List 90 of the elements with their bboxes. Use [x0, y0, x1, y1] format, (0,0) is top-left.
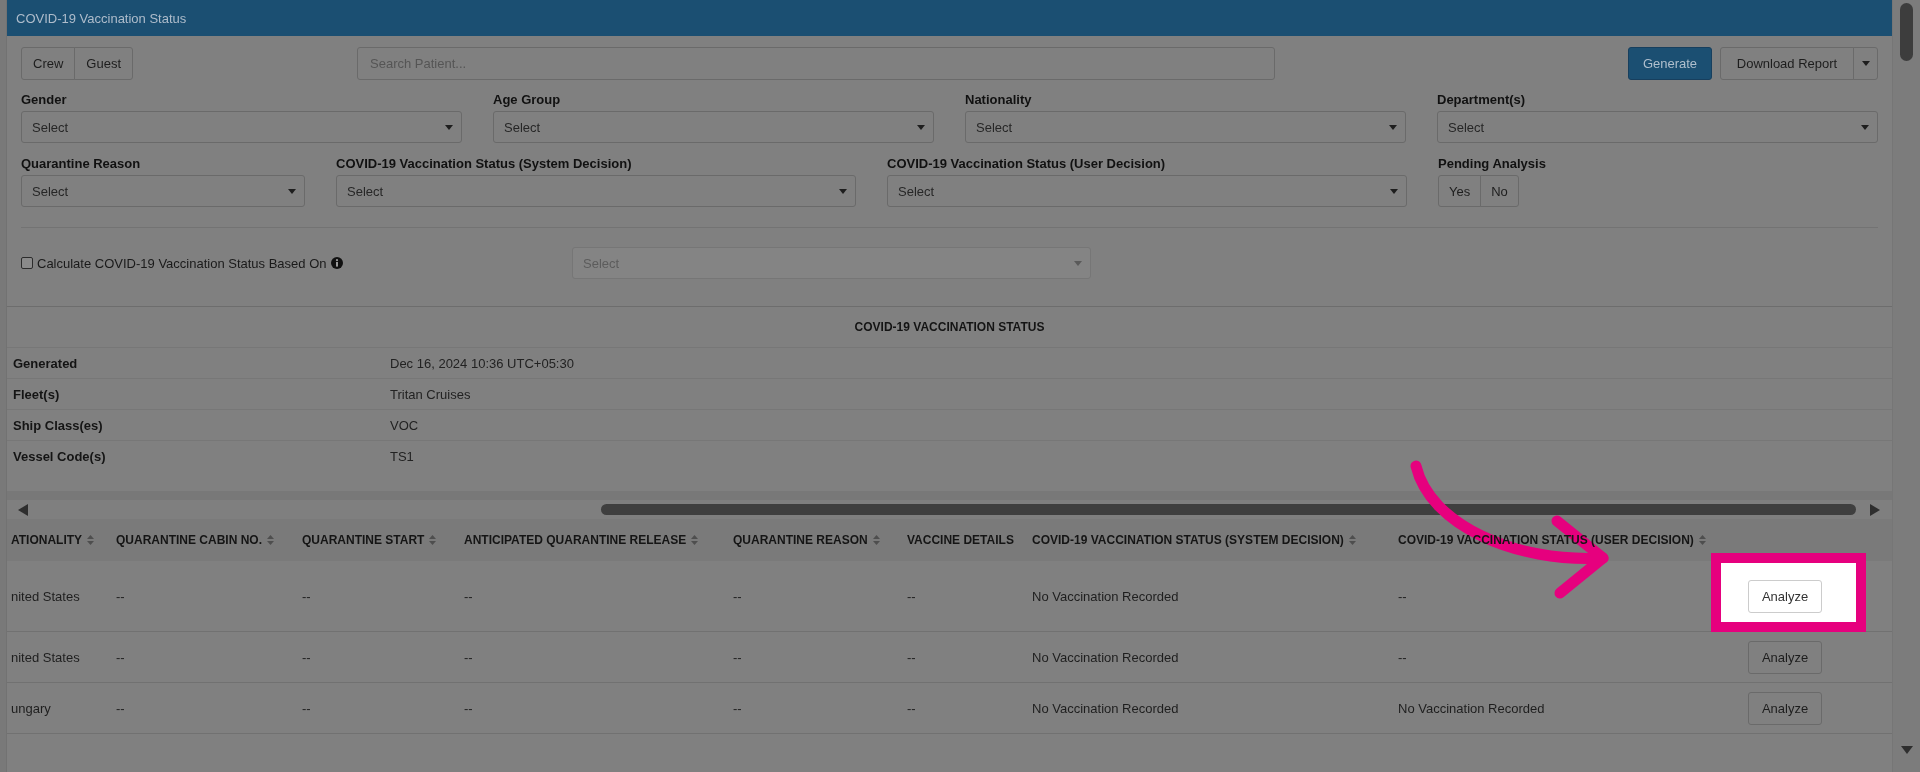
table-cell: --	[907, 700, 916, 716]
analyze-button[interactable]: Analyze	[1748, 691, 1822, 725]
caret-icon	[1861, 61, 1870, 66]
table-cell: ungary	[11, 700, 51, 716]
table-cell: No Vaccination Recorded	[1032, 649, 1179, 665]
column-header[interactable]: COVID-19 VACCINATION STATUS (SYSTEM DECISION)	[1032, 533, 1344, 547]
table-cell: No Vaccination Recorded	[1032, 588, 1179, 604]
table-cell: nited States	[11, 588, 80, 604]
caret-icon	[1074, 260, 1082, 266]
dropdown[interactable]: Select	[336, 175, 856, 207]
summary-value: Dec 16, 2024 10:36 UTC+05:30	[390, 355, 574, 371]
table-cell: --	[464, 588, 473, 604]
filter-label: COVID-19 Vaccination Status (User Decision)	[887, 155, 1166, 173]
filter-label: Nationality	[965, 91, 1032, 109]
caret-icon	[1861, 124, 1869, 130]
sort-icon[interactable]	[267, 535, 274, 545]
section-title: COVID-19 VACCINATION STATUS	[854, 320, 1045, 334]
summary-value: TS1	[390, 448, 414, 464]
sort-icon[interactable]	[691, 535, 699, 545]
column-header[interactable]: VACCINE DETAILS	[907, 533, 1014, 547]
dropdown[interactable]: Select	[493, 111, 934, 143]
table-cell: --	[1398, 588, 1407, 604]
column-header[interactable]: QUARANTINE REASON	[733, 533, 868, 547]
filter-label: Pending Analysis	[1438, 155, 1546, 173]
filter-label: Age Group	[493, 91, 561, 109]
summary-label: Vessel Code(s)	[13, 448, 106, 464]
info-icon	[330, 257, 343, 269]
scroll-left-arrow-icon[interactable]	[18, 503, 28, 516]
dropdown[interactable]: Select	[965, 111, 1406, 143]
table-cell: --	[733, 588, 742, 604]
table-cell: --	[907, 588, 916, 604]
scroll-right-arrow-icon[interactable]	[1870, 503, 1880, 516]
table-cell: --	[302, 700, 311, 716]
table-cell: --	[464, 649, 473, 665]
caret-icon	[1390, 188, 1398, 194]
caret-icon	[445, 124, 453, 130]
sort-icon[interactable]	[87, 535, 95, 545]
checkbox-label: Calculate COVID-19 Vaccination Status Based On	[37, 255, 327, 271]
toggle-button[interactable]: Yes	[1438, 175, 1482, 207]
table-cell: --	[1398, 649, 1407, 665]
dropdown-toggle-button[interactable]	[1853, 47, 1878, 80]
filter-label: Gender	[21, 91, 67, 109]
filter-label: Quarantine Reason	[21, 155, 141, 173]
dropdown[interactable]: Select	[21, 175, 305, 207]
caret-icon	[839, 188, 847, 194]
dropdown[interactable]: Select	[21, 111, 462, 143]
download-button[interactable]: Download Report	[1720, 47, 1854, 80]
table-cell: --	[733, 700, 742, 716]
checkbox[interactable]	[21, 257, 33, 269]
generate-button[interactable]: Generate	[1628, 47, 1712, 80]
column-header[interactable]: ATIONALITY	[11, 533, 83, 547]
window-title: COVID-19 Vaccination Status	[16, 10, 187, 26]
table-cell: No Vaccination Recorded	[1398, 700, 1545, 716]
table-cell: --	[302, 588, 311, 604]
segment-button[interactable]: Guest	[74, 47, 134, 80]
sort-icon[interactable]	[1348, 535, 1356, 545]
table-cell: No Vaccination Recorded	[1032, 700, 1179, 716]
scrollbar-thumb[interactable]	[1900, 3, 1913, 61]
table-cell: --	[907, 649, 916, 665]
column-header[interactable]: ANTICIPATED QUARANTINE RELEASE	[464, 533, 687, 547]
table-cell: --	[302, 649, 311, 665]
filter-label: COVID-19 Vaccination Status (System Decision)	[336, 155, 632, 173]
segment-button[interactable]: Crew	[21, 47, 76, 80]
sort-icon[interactable]	[872, 535, 880, 545]
summary-label: Generated	[13, 355, 78, 371]
dropdown[interactable]: Select	[887, 175, 1407, 207]
summary-label: Ship Class(es)	[13, 417, 103, 433]
caret-icon	[917, 124, 925, 130]
column-header[interactable]: QUARANTINE CABIN NO.	[116, 533, 262, 547]
table-cell: --	[116, 700, 125, 716]
scrollbar-thumb[interactable]	[601, 504, 1856, 515]
table-cell: --	[116, 588, 125, 604]
caret-icon	[1389, 124, 1397, 130]
sort-icon[interactable]	[429, 535, 437, 545]
analyze-button[interactable]: Analyze	[1748, 580, 1822, 613]
filter-label: Department(s)	[1437, 91, 1526, 109]
dropdown[interactable]: Select	[1437, 111, 1878, 143]
table-cell: --	[733, 649, 742, 665]
column-header[interactable]: QUARANTINE START	[302, 533, 425, 547]
table-cell: --	[116, 649, 125, 665]
table-cell: nited States	[11, 649, 80, 665]
summary-label: Fleet(s)	[13, 386, 60, 402]
summary-value: Tritan Cruises	[390, 386, 471, 402]
caret-icon	[288, 188, 296, 194]
table-cell: --	[464, 700, 473, 716]
toggle-button[interactable]: No	[1480, 175, 1519, 207]
summary-value: VOC	[390, 417, 419, 433]
sort-icon[interactable]	[1698, 535, 1706, 545]
analyze-button[interactable]: Analyze	[1748, 640, 1822, 674]
scroll-down-arrow-icon[interactable]	[1900, 746, 1913, 754]
